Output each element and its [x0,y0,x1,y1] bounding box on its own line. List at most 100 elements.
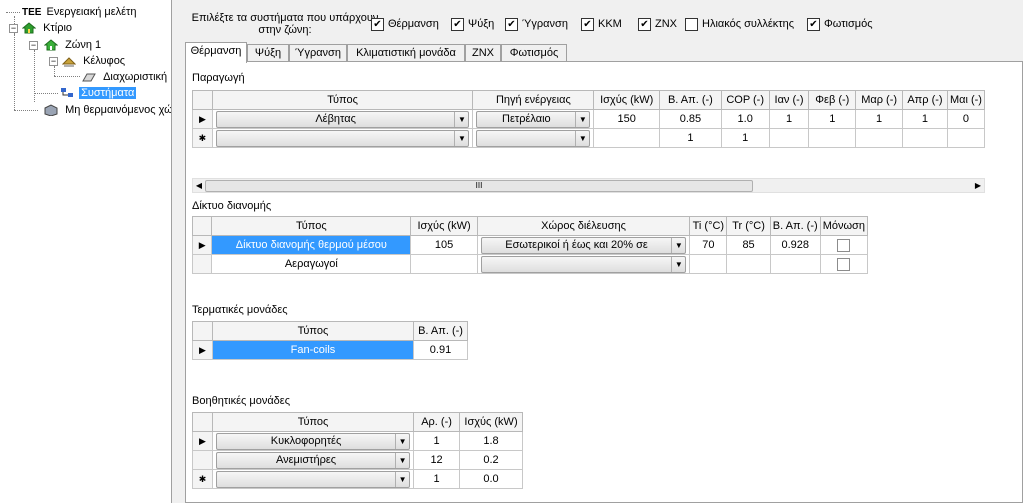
checkbox-heating-icon[interactable]: ✔ [371,17,384,31]
dropdown-arrow-icon[interactable]: ▼ [454,130,468,146]
col-type[interactable]: Τύπος [211,321,415,341]
table-row[interactable]: Αεραγωγοί ▼ [191,254,869,274]
col-jan[interactable]: Ιαν (-) [768,90,810,110]
cell-type[interactable]: Δίκτυο διανομής θερμού μέσου [211,235,412,255]
cell-may[interactable] [946,128,986,148]
row-marker[interactable]: ▶ [191,235,213,255]
row-marker[interactable] [191,254,213,274]
source-combo[interactable]: ▼ [476,129,591,147]
cell-may[interactable]: 0 [946,109,986,129]
col-power[interactable]: Ισχύς (kW) [410,216,478,236]
col-eff[interactable]: Β. Απ. (-) [659,90,722,110]
type-combo[interactable]: ▼ [215,470,411,488]
cell-eff[interactable]: 0.91 [413,340,468,360]
check-heating[interactable]: ✔ Θέρμανση [371,17,439,31]
col-feb[interactable]: Φεβ (-) [808,90,857,110]
horizontal-scrollbar[interactable]: ◀ III ▶ [192,178,985,193]
tab-dhw[interactable]: ΖΝΧ [465,44,501,62]
check-kkm[interactable]: ✔ ΚΚΜ [581,17,622,31]
table-row-new[interactable]: ✱ ▼ 1 0.0 [192,469,523,489]
collapse-zone-icon[interactable]: − [29,41,38,50]
cell-power[interactable]: 0.0 [459,469,523,489]
check-dhw[interactable]: ✔ ΖΝΧ [638,17,677,31]
col-type[interactable]: Τύπος [211,216,412,236]
project-tree[interactable]: TEE Ενεργειακή μελέτη − Κτίριο − Ζώνη 1 … [0,0,172,503]
dropdown-arrow-icon[interactable]: ▼ [395,452,409,468]
tree-node-shell[interactable]: Κέλυφος [61,53,127,69]
source-combo[interactable]: Πετρέλαιο ▼ [476,110,591,128]
tree-node-zone[interactable]: Ζώνη 1 [43,37,103,53]
cell-ti[interactable]: 70 [689,235,728,255]
cell-eff[interactable]: 1 [659,128,722,148]
new-row-marker[interactable]: ✱ [192,128,213,148]
checkbox-lighting-icon[interactable]: ✔ [807,17,820,31]
checkbox-kkm-icon[interactable]: ✔ [581,17,594,31]
collapse-building-icon[interactable]: − [9,24,18,33]
tab-ac-unit[interactable]: Κλιματιστική μονάδα [347,44,465,62]
cell-eff[interactable] [769,254,821,274]
type-combo[interactable]: ▼ [215,129,470,147]
scroll-left-icon[interactable]: ◀ [193,179,205,192]
col-insulation[interactable]: Μόνωση [819,216,869,236]
cell-feb[interactable] [808,128,857,148]
row-marker[interactable]: ▶ [192,109,213,129]
checkbox-humidification-icon[interactable]: ✔ [505,17,518,31]
cell-jan[interactable] [768,128,810,148]
cell-apr[interactable]: 1 [902,109,948,129]
col-cop[interactable]: COP (-) [720,90,770,110]
table-row[interactable]: ▶ Λέβητας ▼ Πετρέλαιο ▼ 150 0.85 1.0 1 1 1… [192,109,986,129]
table-row[interactable]: ▶ Δίκτυο διανομής θερμού μέσου 105 Εσωτε… [191,235,869,255]
col-type[interactable]: Τύπος [211,90,474,110]
distribution-grid[interactable]: Τύπος Ισχύς (kW) Χώρος διέλευσης Ti (°C)… [191,216,869,274]
checkbox-cooling-icon[interactable]: ✔ [451,17,464,31]
dropdown-arrow-icon[interactable]: ▼ [671,256,685,272]
cell-jan[interactable]: 1 [768,109,810,129]
insulation-checkbox[interactable] [837,238,851,252]
dropdown-arrow-icon[interactable]: ▼ [395,471,409,487]
new-row-marker[interactable]: ✱ [192,469,213,489]
row-marker[interactable] [192,450,213,470]
cell-power[interactable]: 105 [410,235,478,255]
col-power[interactable]: Ισχύς (kW) [593,90,661,110]
col-apr[interactable]: Απρ (-) [902,90,948,110]
dropdown-arrow-icon[interactable]: ▼ [395,433,409,449]
cell-tr[interactable]: 85 [726,235,771,255]
scroll-thumb[interactable]: III [205,180,753,192]
col-type[interactable]: Τύπος [211,412,415,432]
insulation-checkbox[interactable] [837,257,851,271]
cell-mar[interactable]: 1 [855,109,904,129]
row-marker[interactable]: ▶ [192,340,213,360]
tree-node-systems[interactable]: Συστήματα [60,85,137,101]
dropdown-arrow-icon[interactable]: ▼ [454,111,468,127]
cell-power[interactable]: 1.8 [459,431,523,451]
table-row[interactable]: ▶ Fan-coils 0.91 [192,340,468,360]
cell-count[interactable]: 1 [413,469,461,489]
dropdown-arrow-icon[interactable]: ▼ [671,237,685,253]
tree-node-unheated[interactable]: Μη θερμαινόμενος χώ [44,102,171,118]
cell-power[interactable]: 0.2 [459,450,523,470]
check-cooling[interactable]: ✔ Ψύξη [451,17,494,31]
table-row[interactable]: ▶ Κυκλοφορητές ▼ 1 1.8 [192,431,523,451]
col-may[interactable]: Μαι (-) [946,90,986,110]
collapse-shell-icon[interactable]: − [49,57,58,66]
cell-feb[interactable]: 1 [808,109,857,129]
space-combo[interactable]: Εσωτερικοί ή έως και 20% σε ▼ [480,236,687,254]
terminal-grid[interactable]: Τύπος Β. Απ. (-) ▶ Fan-coils 0.91 [192,321,468,360]
tab-lighting[interactable]: Φωτισμός [501,44,567,62]
cell-eff[interactable]: 0.928 [769,235,821,255]
col-eff[interactable]: Β. Απ. (-) [413,321,468,341]
dropdown-arrow-icon[interactable]: ▼ [575,130,589,146]
space-combo[interactable]: ▼ [480,255,687,273]
cell-ti[interactable] [689,254,728,274]
table-row-new[interactable]: ✱ ▼ ▼ 1 1 [192,128,986,148]
col-space[interactable]: Χώρος διέλευσης [476,216,691,236]
cell-count[interactable]: 12 [413,450,461,470]
cell-cop[interactable]: 1 [720,128,770,148]
scroll-right-icon[interactable]: ▶ [972,179,984,192]
dropdown-arrow-icon[interactable]: ▼ [575,111,589,127]
cell-power[interactable] [593,128,661,148]
tree-node-project[interactable]: TEE Ενεργειακή μελέτη [22,4,139,20]
col-eff[interactable]: Β. Απ. (-) [769,216,821,236]
cell-count[interactable]: 1 [413,431,461,451]
cell-mar[interactable] [855,128,904,148]
